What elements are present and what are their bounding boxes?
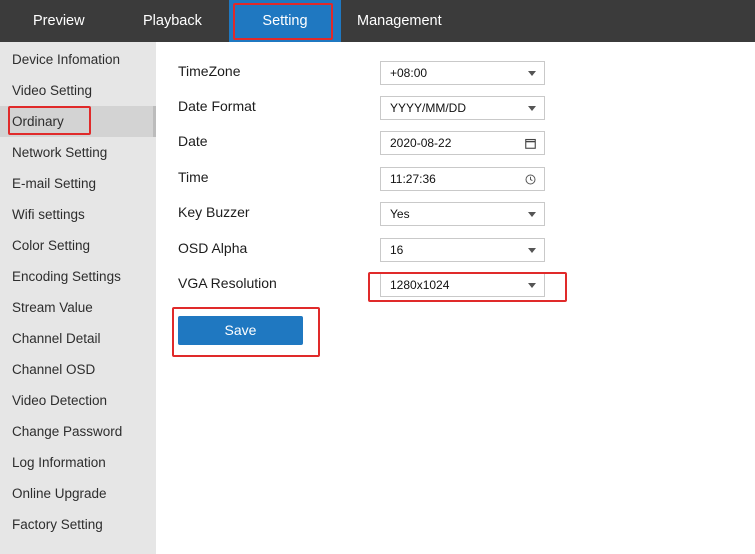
date-label: Date: [178, 133, 208, 149]
osd-alpha-value: 16: [390, 243, 404, 257]
sidebar-item-email-setting[interactable]: E-mail Setting: [0, 168, 156, 199]
sidebar-item-stream-value[interactable]: Stream Value: [0, 292, 156, 323]
key-buzzer-value: Yes: [390, 207, 410, 221]
osd-alpha-select[interactable]: 16: [380, 238, 545, 262]
sidebar-item-channel-detail[interactable]: Channel Detail: [0, 323, 156, 354]
sidebar-item-wifi-settings[interactable]: Wifi settings: [0, 199, 156, 230]
sidebar-item-network-setting[interactable]: Network Setting: [0, 137, 156, 168]
sidebar-item-encoding-settings[interactable]: Encoding Settings: [0, 261, 156, 292]
date-format-label: Date Format: [178, 98, 256, 114]
sidebar-item-color-setting[interactable]: Color Setting: [0, 230, 156, 261]
tab-management[interactable]: Management: [357, 0, 442, 42]
sidebar-item-video-detection[interactable]: Video Detection: [0, 385, 156, 416]
sidebar-item-factory-setting[interactable]: Factory Setting: [0, 509, 156, 540]
save-button[interactable]: Save: [178, 316, 303, 345]
timezone-value: +08:00: [390, 66, 428, 80]
chevron-down-icon: [528, 62, 536, 84]
date-format-select[interactable]: YYYY/MM/DD: [380, 96, 545, 120]
sidebar-item-channel-osd[interactable]: Channel OSD: [0, 354, 156, 385]
tab-playback[interactable]: Playback: [143, 0, 202, 42]
sidebar: Device Infomation Video Setting Ordinary…: [0, 42, 156, 554]
sidebar-item-device-information[interactable]: Device Infomation: [0, 44, 156, 75]
tab-preview[interactable]: Preview: [33, 0, 85, 42]
chevron-down-icon: [528, 97, 536, 119]
sidebar-item-ordinary[interactable]: Ordinary: [0, 106, 156, 137]
time-input[interactable]: 11:27:36: [380, 167, 545, 191]
date-input[interactable]: 2020-08-22: [380, 131, 545, 155]
timezone-select[interactable]: +08:00: [380, 61, 545, 85]
sidebar-item-change-password[interactable]: Change Password: [0, 416, 156, 447]
date-format-value: YYYY/MM/DD: [390, 101, 467, 115]
sidebar-item-online-upgrade[interactable]: Online Upgrade: [0, 478, 156, 509]
vga-resolution-select[interactable]: 1280x1024: [380, 273, 545, 297]
osd-alpha-label: OSD Alpha: [178, 240, 248, 256]
top-nav: Preview Playback Setting Management: [0, 0, 755, 42]
time-value: 11:27:36: [390, 172, 436, 186]
timezone-label: TimeZone: [178, 63, 241, 79]
chevron-down-icon: [528, 239, 536, 261]
vga-resolution-label: VGA Resolution: [178, 275, 277, 291]
vga-resolution-value: 1280x1024: [390, 278, 450, 292]
tab-setting[interactable]: Setting: [229, 0, 341, 42]
chevron-down-icon: [528, 274, 536, 296]
key-buzzer-label: Key Buzzer: [178, 204, 250, 220]
time-label: Time: [178, 169, 209, 185]
calendar-icon[interactable]: [525, 132, 536, 154]
sidebar-item-log-information[interactable]: Log Information: [0, 447, 156, 478]
chevron-down-icon: [528, 203, 536, 225]
clock-icon[interactable]: [525, 168, 536, 190]
key-buzzer-select[interactable]: Yes: [380, 202, 545, 226]
sidebar-item-video-setting[interactable]: Video Setting: [0, 75, 156, 106]
date-value: 2020-08-22: [390, 136, 452, 150]
